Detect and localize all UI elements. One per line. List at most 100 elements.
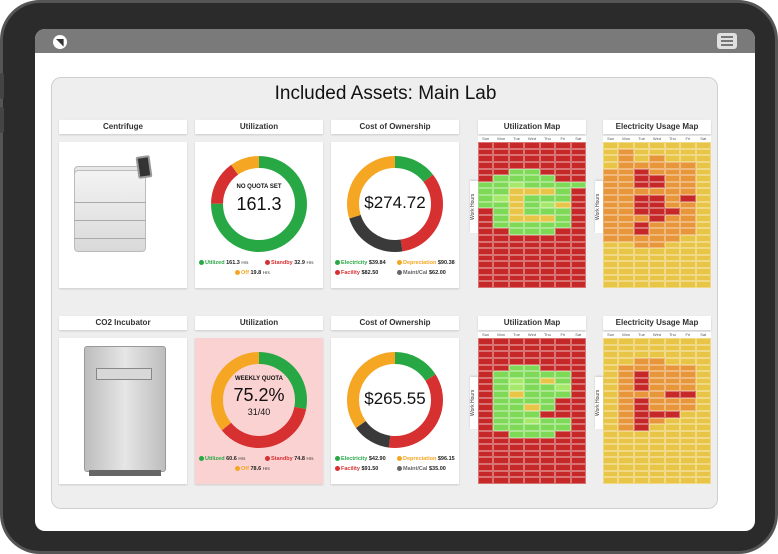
heatmap-cell[interactable] xyxy=(539,464,556,471)
heatmap-cell[interactable] xyxy=(508,357,525,365)
heatmap-cell[interactable] xyxy=(695,338,711,345)
heatmap-cell[interactable] xyxy=(633,234,650,242)
heatmap-cell[interactable] xyxy=(603,248,619,255)
heatmap-cell[interactable] xyxy=(649,281,665,288)
heatmap-cell[interactable] xyxy=(649,261,665,269)
heatmap-cell[interactable] xyxy=(618,208,634,215)
heatmap-cell[interactable] xyxy=(618,142,634,149)
heatmap-cell[interactable] xyxy=(555,457,571,465)
heatmap-cell[interactable] xyxy=(539,221,556,229)
heatmap-cell[interactable] xyxy=(633,364,650,372)
heatmap-cell[interactable] xyxy=(633,241,650,249)
heatmap-cell[interactable] xyxy=(633,470,650,478)
heatmap-cell[interactable] xyxy=(570,274,586,282)
heatmap-cell[interactable] xyxy=(603,351,619,358)
heatmap-cell[interactable] xyxy=(493,404,509,411)
heatmap-cell[interactable] xyxy=(633,261,650,269)
heatmap-cell[interactable] xyxy=(680,470,696,478)
heatmap-cell[interactable] xyxy=(649,254,665,262)
heatmap-cell[interactable] xyxy=(555,384,571,392)
heatmap-cell[interactable] xyxy=(570,457,586,465)
heatmap-cell[interactable] xyxy=(664,254,681,262)
heatmap-cell[interactable] xyxy=(680,344,696,352)
heatmap-cell[interactable] xyxy=(555,344,571,352)
heatmap-cell[interactable] xyxy=(478,208,494,215)
heatmap-cell[interactable] xyxy=(633,181,650,189)
heatmap-cell[interactable] xyxy=(555,430,571,438)
heatmap-cell[interactable] xyxy=(508,477,525,484)
heatmap-cell[interactable] xyxy=(555,148,571,156)
heatmap-cell[interactable] xyxy=(603,417,619,425)
heatmap-cell[interactable] xyxy=(539,214,556,222)
heatmap-cell[interactable] xyxy=(649,477,665,484)
heatmap-cell[interactable] xyxy=(524,470,540,478)
heatmap-cell[interactable] xyxy=(493,371,509,378)
heatmap-cell[interactable] xyxy=(555,268,571,275)
heatmap-cell[interactable] xyxy=(508,214,525,222)
heatmap-cell[interactable] xyxy=(570,161,586,169)
heatmap-cell[interactable] xyxy=(695,404,711,411)
heatmap-cell[interactable] xyxy=(618,234,634,242)
heatmap-cell[interactable] xyxy=(680,450,696,458)
heatmap-cell[interactable] xyxy=(555,357,571,365)
heatmap-cell[interactable] xyxy=(524,457,540,465)
heatmap-cell[interactable] xyxy=(524,214,540,222)
heatmap-cell[interactable] xyxy=(695,344,711,352)
heatmap-cell[interactable] xyxy=(508,221,525,229)
heatmap-cell[interactable] xyxy=(493,364,509,372)
heatmap-cell[interactable] xyxy=(680,214,696,222)
heatmap-cell[interactable] xyxy=(493,338,509,345)
heatmap-cell[interactable] xyxy=(493,228,509,235)
heatmap-cell[interactable] xyxy=(524,364,540,372)
heatmap-cell[interactable] xyxy=(664,351,681,358)
heatmap-cell[interactable] xyxy=(555,142,571,149)
heatmap-cell[interactable] xyxy=(649,168,665,176)
heatmap-cell[interactable] xyxy=(618,364,634,372)
heatmap-cell[interactable] xyxy=(539,364,556,372)
heatmap-cell[interactable] xyxy=(664,391,681,398)
heatmap-cell[interactable] xyxy=(478,281,494,288)
heatmap-cell[interactable] xyxy=(633,410,650,418)
heatmap-cell[interactable] xyxy=(633,397,650,405)
heatmap-cell[interactable] xyxy=(680,437,696,445)
heatmap-cell[interactable] xyxy=(633,450,650,458)
heatmap-cell[interactable] xyxy=(649,338,665,345)
heatmap-cell[interactable] xyxy=(524,464,540,471)
heatmap-cell[interactable] xyxy=(493,351,509,358)
heatmap-cell[interactable] xyxy=(524,444,540,451)
heatmap-cell[interactable] xyxy=(633,248,650,255)
heatmap-cell[interactable] xyxy=(695,188,711,196)
heatmap-cell[interactable] xyxy=(478,201,494,209)
heatmap-cell[interactable] xyxy=(618,457,634,465)
heatmap-cell[interactable] xyxy=(524,201,540,209)
heatmap-cell[interactable] xyxy=(493,261,509,269)
heatmap-cell[interactable] xyxy=(539,457,556,465)
heatmap-cell[interactable] xyxy=(680,181,696,189)
heatmap-cell[interactable] xyxy=(649,201,665,209)
heatmap-cell[interactable] xyxy=(618,357,634,365)
heatmap-cell[interactable] xyxy=(680,384,696,392)
heatmap-cell[interactable] xyxy=(649,181,665,189)
heatmap-cell[interactable] xyxy=(649,175,665,182)
heatmap-cell[interactable] xyxy=(618,391,634,398)
heatmap-cell[interactable] xyxy=(664,181,681,189)
heatmap-cell[interactable] xyxy=(524,175,540,182)
heatmap-cell[interactable] xyxy=(618,377,634,385)
heatmap-cell[interactable] xyxy=(695,371,711,378)
cost-card[interactable]: $274.72 Electricity $39.84 Depreciation $9… xyxy=(331,142,459,288)
heatmap-cell[interactable] xyxy=(695,464,711,471)
heatmap-cell[interactable] xyxy=(508,391,525,398)
heatmap-cell[interactable] xyxy=(603,391,619,398)
heatmap-cell[interactable] xyxy=(508,344,525,352)
heatmap-cell[interactable] xyxy=(680,175,696,182)
heatmap-cell[interactable] xyxy=(493,437,509,445)
asset-image[interactable] xyxy=(59,142,187,288)
heatmap-cell[interactable] xyxy=(524,142,540,149)
heatmap-cell[interactable] xyxy=(539,384,556,392)
heatmap-cell[interactable] xyxy=(664,437,681,445)
heatmap-cell[interactable] xyxy=(539,234,556,242)
heatmap-cell[interactable] xyxy=(555,464,571,471)
heatmap-cell[interactable] xyxy=(570,391,586,398)
heatmap-cell[interactable] xyxy=(493,241,509,249)
heatmap-cell[interactable] xyxy=(680,357,696,365)
